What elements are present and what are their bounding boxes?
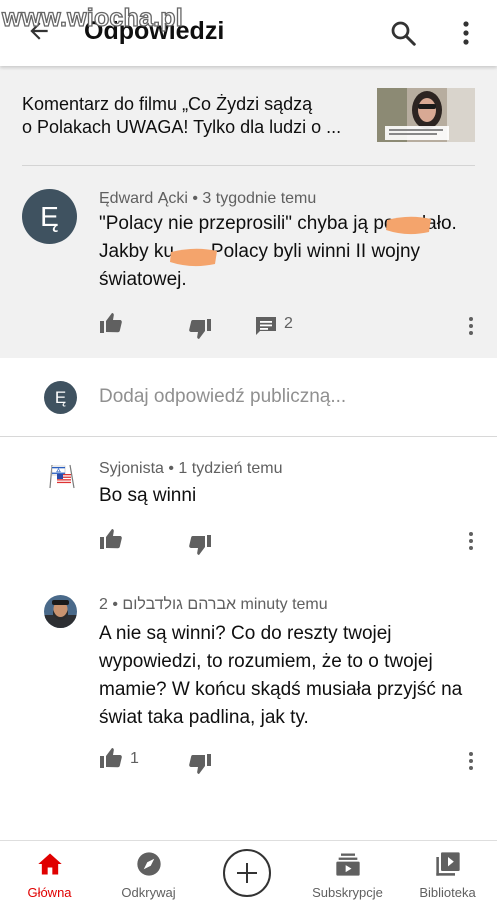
reply-icon[interactable] <box>255 316 277 336</box>
comment-line: A nie są winni? Co do reszty twojej <box>99 623 392 644</box>
comment-line: Bo są winni <box>99 485 197 506</box>
comment-line: światowej. <box>99 269 187 290</box>
library-icon <box>436 852 460 876</box>
like-icon[interactable] <box>99 312 123 334</box>
dislike-icon[interactable] <box>188 753 212 775</box>
subscriptions-icon <box>336 853 360 876</box>
watermark: www.wiocha.pl <box>1 3 183 32</box>
nav-item-explore[interactable]: Odkrywaj <box>99 841 198 901</box>
video-title-line: Komentarz do filmu „Co Żydzi sądzą <box>22 94 313 114</box>
top-app-bar: Odpowiedzi www.wiocha.pl <box>0 0 497 66</box>
comment-meta: Ędward Ącki • 3 tygodnie temu <box>99 190 316 208</box>
more-vert-icon[interactable] <box>465 750 477 772</box>
comment-time: 3 tygodnie temu <box>202 190 317 207</box>
dislike-icon[interactable] <box>188 318 212 340</box>
dislike-icon[interactable] <box>188 534 212 556</box>
nav-label: Biblioteka <box>419 885 476 900</box>
nav-item-library[interactable]: Biblioteka <box>398 841 497 901</box>
reply-input[interactable]: Dodaj odpowiedź publiczną... <box>99 386 346 408</box>
comment-author[interactable]: אברהם גולדבלום <box>122 596 236 613</box>
redaction-mark <box>170 248 217 267</box>
bottom-navigation: Główna Odkrywaj Subskrypcje Biblioteka <box>0 840 497 901</box>
create-icon <box>223 849 271 897</box>
comment-line: wypowiedzi, to rozumiem, że to o twojej <box>99 651 433 672</box>
like-count: 1 <box>130 750 139 767</box>
nav-label: Odkrywaj <box>121 885 176 900</box>
video-title[interactable]: Komentarz do filmu „Co Żydzi sądzą o Pol… <box>22 93 362 139</box>
home-icon <box>38 853 62 875</box>
reply-count: 2 <box>284 315 293 332</box>
more-vert-icon[interactable] <box>456 19 476 47</box>
comment-time: 1 tydzień temu <box>178 460 283 477</box>
comment-author[interactable]: Ędward Ącki <box>99 190 188 207</box>
video-thumbnail[interactable] <box>377 88 475 142</box>
avatar[interactable] <box>44 463 78 489</box>
avatar: Ę <box>44 381 77 414</box>
more-vert-icon[interactable] <box>465 530 477 552</box>
compass-icon <box>137 852 161 876</box>
divider <box>22 165 475 166</box>
comment-line: Jakby ku Polacy byli winni II wojny <box>99 241 421 262</box>
avatar[interactable]: Ę <box>22 189 77 244</box>
redaction-mark <box>386 216 431 235</box>
comment-meta: אברהם גולדבלום • 2 minuty temu <box>99 596 328 614</box>
thumbnail-image <box>377 88 475 142</box>
comment-line: świat taka padlina, jak ty. <box>99 707 309 728</box>
comment-meta: Syjonista • 1 tydzień temu <box>99 460 282 478</box>
like-icon[interactable] <box>99 747 123 769</box>
meta-separator: • <box>168 460 179 477</box>
nav-label: Główna <box>27 885 72 900</box>
nav-item-home[interactable]: Główna <box>0 841 99 901</box>
nav-item-subscriptions[interactable]: Subskrypcje <box>298 841 397 901</box>
avatar[interactable] <box>44 595 77 628</box>
comment-text: Bo są winni <box>99 482 196 510</box>
comment-line: mamie? W końcu skądś musiała przyjść na <box>99 679 463 700</box>
divider <box>0 436 497 437</box>
search-icon[interactable] <box>388 18 418 48</box>
comment-author[interactable]: Syjonista <box>99 460 164 477</box>
nav-item-create[interactable] <box>198 841 297 901</box>
video-title-line: o Polakach UWAGA! Tylko dla ludzi o ... <box>22 117 342 137</box>
like-icon[interactable] <box>99 528 123 550</box>
meta-separator: • <box>192 190 203 207</box>
more-vert-icon[interactable] <box>465 315 477 337</box>
nav-label: Subskrypcje <box>312 885 383 900</box>
comment-text: A nie są winni? Co do reszty twojej wypo… <box>99 620 462 732</box>
meta-separator: • <box>107 596 118 613</box>
